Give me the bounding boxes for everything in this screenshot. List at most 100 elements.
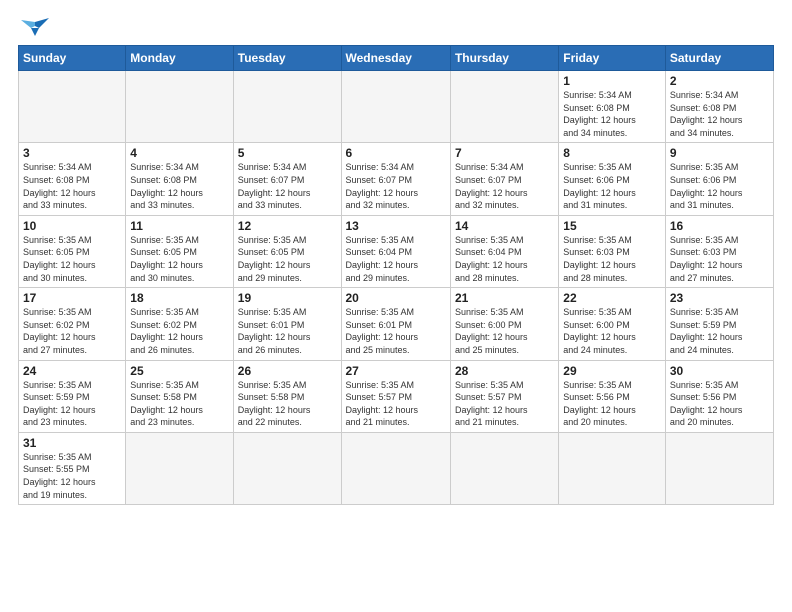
calendar-cell: 18Sunrise: 5:35 AM Sunset: 6:02 PM Dayli… xyxy=(126,288,233,360)
calendar-cell: 22Sunrise: 5:35 AM Sunset: 6:00 PM Dayli… xyxy=(559,288,666,360)
day-of-week-tuesday: Tuesday xyxy=(233,46,341,71)
calendar-cell xyxy=(341,71,450,143)
calendar-cell xyxy=(665,432,773,504)
day-of-week-sunday: Sunday xyxy=(19,46,126,71)
logo-bird-icon xyxy=(21,18,49,38)
header xyxy=(18,18,774,39)
day-number: 19 xyxy=(238,291,337,305)
day-info: Sunrise: 5:35 AM Sunset: 5:59 PM Dayligh… xyxy=(670,306,769,356)
calendar-cell xyxy=(233,71,341,143)
calendar-cell: 13Sunrise: 5:35 AM Sunset: 6:04 PM Dayli… xyxy=(341,215,450,287)
day-number: 20 xyxy=(346,291,446,305)
day-info: Sunrise: 5:35 AM Sunset: 5:57 PM Dayligh… xyxy=(346,379,446,429)
calendar-cell xyxy=(19,71,126,143)
day-number: 18 xyxy=(130,291,228,305)
day-number: 13 xyxy=(346,219,446,233)
calendar-cell: 20Sunrise: 5:35 AM Sunset: 6:01 PM Dayli… xyxy=(341,288,450,360)
day-number: 11 xyxy=(130,219,228,233)
day-info: Sunrise: 5:34 AM Sunset: 6:08 PM Dayligh… xyxy=(670,89,769,139)
calendar-table: SundayMondayTuesdayWednesdayThursdayFrid… xyxy=(18,45,774,505)
day-number: 3 xyxy=(23,146,121,160)
day-info: Sunrise: 5:35 AM Sunset: 6:00 PM Dayligh… xyxy=(563,306,661,356)
day-info: Sunrise: 5:34 AM Sunset: 6:08 PM Dayligh… xyxy=(130,161,228,211)
day-of-week-saturday: Saturday xyxy=(665,46,773,71)
day-of-week-thursday: Thursday xyxy=(450,46,558,71)
day-info: Sunrise: 5:35 AM Sunset: 6:04 PM Dayligh… xyxy=(455,234,554,284)
day-number: 30 xyxy=(670,364,769,378)
calendar-cell: 10Sunrise: 5:35 AM Sunset: 6:05 PM Dayli… xyxy=(19,215,126,287)
day-number: 31 xyxy=(23,436,121,450)
day-info: Sunrise: 5:35 AM Sunset: 6:05 PM Dayligh… xyxy=(238,234,337,284)
calendar-cell: 8Sunrise: 5:35 AM Sunset: 6:06 PM Daylig… xyxy=(559,143,666,215)
calendar-cell: 31Sunrise: 5:35 AM Sunset: 5:55 PM Dayli… xyxy=(19,432,126,504)
day-number: 2 xyxy=(670,74,769,88)
day-info: Sunrise: 5:34 AM Sunset: 6:07 PM Dayligh… xyxy=(346,161,446,211)
calendar-week-row: 31Sunrise: 5:35 AM Sunset: 5:55 PM Dayli… xyxy=(19,432,774,504)
day-info: Sunrise: 5:35 AM Sunset: 6:05 PM Dayligh… xyxy=(130,234,228,284)
day-number: 1 xyxy=(563,74,661,88)
day-info: Sunrise: 5:35 AM Sunset: 6:00 PM Dayligh… xyxy=(455,306,554,356)
day-number: 21 xyxy=(455,291,554,305)
day-info: Sunrise: 5:34 AM Sunset: 6:07 PM Dayligh… xyxy=(455,161,554,211)
calendar-cell: 11Sunrise: 5:35 AM Sunset: 6:05 PM Dayli… xyxy=(126,215,233,287)
day-of-week-friday: Friday xyxy=(559,46,666,71)
day-number: 9 xyxy=(670,146,769,160)
day-number: 16 xyxy=(670,219,769,233)
day-info: Sunrise: 5:35 AM Sunset: 6:02 PM Dayligh… xyxy=(130,306,228,356)
calendar-week-row: 24Sunrise: 5:35 AM Sunset: 5:59 PM Dayli… xyxy=(19,360,774,432)
calendar-cell xyxy=(126,71,233,143)
calendar-cell: 1Sunrise: 5:34 AM Sunset: 6:08 PM Daylig… xyxy=(559,71,666,143)
day-info: Sunrise: 5:34 AM Sunset: 6:08 PM Dayligh… xyxy=(23,161,121,211)
calendar-cell: 5Sunrise: 5:34 AM Sunset: 6:07 PM Daylig… xyxy=(233,143,341,215)
calendar-cell: 29Sunrise: 5:35 AM Sunset: 5:56 PM Dayli… xyxy=(559,360,666,432)
day-number: 14 xyxy=(455,219,554,233)
day-number: 25 xyxy=(130,364,228,378)
day-info: Sunrise: 5:35 AM Sunset: 5:55 PM Dayligh… xyxy=(23,451,121,501)
calendar-cell: 26Sunrise: 5:35 AM Sunset: 5:58 PM Dayli… xyxy=(233,360,341,432)
calendar-cell: 23Sunrise: 5:35 AM Sunset: 5:59 PM Dayli… xyxy=(665,288,773,360)
day-number: 10 xyxy=(23,219,121,233)
calendar-cell xyxy=(126,432,233,504)
day-number: 6 xyxy=(346,146,446,160)
calendar-week-row: 1Sunrise: 5:34 AM Sunset: 6:08 PM Daylig… xyxy=(19,71,774,143)
day-info: Sunrise: 5:35 AM Sunset: 6:02 PM Dayligh… xyxy=(23,306,121,356)
day-number: 24 xyxy=(23,364,121,378)
day-info: Sunrise: 5:35 AM Sunset: 5:57 PM Dayligh… xyxy=(455,379,554,429)
calendar-cell xyxy=(450,432,558,504)
calendar-cell: 17Sunrise: 5:35 AM Sunset: 6:02 PM Dayli… xyxy=(19,288,126,360)
calendar-week-row: 10 Sunrise: 5:35 AM Sunset: 6:05 PM Dayli… xyxy=(19,215,774,287)
calendar-header-row: SundayMondayTuesdayWednesdayThursdayFrid… xyxy=(19,46,774,71)
calendar-cell: 12Sunrise: 5:35 AM Sunset: 6:05 PM Dayli… xyxy=(233,215,341,287)
calendar-cell xyxy=(341,432,450,504)
day-number: 29 xyxy=(563,364,661,378)
calendar-cell: 28Sunrise: 5:35 AM Sunset: 5:57 PM Dayli… xyxy=(450,360,558,432)
day-info: Sunrise: 5:34 AM Sunset: 6:07 PM Dayligh… xyxy=(238,161,337,211)
calendar-cell: 21Sunrise: 5:35 AM Sunset: 6:00 PM Dayli… xyxy=(450,288,558,360)
calendar-cell xyxy=(559,432,666,504)
logo-text xyxy=(18,18,49,38)
day-info: Sunrise: 5:35 AM Sunset: 6:01 PM Dayligh… xyxy=(238,306,337,356)
day-info: Sunrise: 5:35 AM Sunset: 5:56 PM Dayligh… xyxy=(670,379,769,429)
day-info: Sunrise: 5:34 AM Sunset: 6:08 PM Dayligh… xyxy=(563,89,661,139)
day-number: 7 xyxy=(455,146,554,160)
day-number: 26 xyxy=(238,364,337,378)
calendar-cell xyxy=(233,432,341,504)
calendar-cell: 7Sunrise: 5:34 AM Sunset: 6:07 PM Daylig… xyxy=(450,143,558,215)
day-number: 28 xyxy=(455,364,554,378)
page: SundayMondayTuesdayWednesdayThursdayFrid… xyxy=(0,0,792,612)
day-number: 12 xyxy=(238,219,337,233)
calendar-cell: 3Sunrise: 5:34 AM Sunset: 6:08 PM Daylig… xyxy=(19,143,126,215)
calendar-cell: 27Sunrise: 5:35 AM Sunset: 5:57 PM Dayli… xyxy=(341,360,450,432)
calendar-cell: 16Sunrise: 5:35 AM Sunset: 6:03 PM Dayli… xyxy=(665,215,773,287)
calendar-cell: 2Sunrise: 5:34 AM Sunset: 6:08 PM Daylig… xyxy=(665,71,773,143)
calendar-cell: 15Sunrise: 5:35 AM Sunset: 6:03 PM Dayli… xyxy=(559,215,666,287)
calendar-cell: 24Sunrise: 5:35 AM Sunset: 5:59 PM Dayli… xyxy=(19,360,126,432)
day-info: Sunrise: 5:35 AM Sunset: 5:59 PM Dayligh… xyxy=(23,379,121,429)
day-info: Sunrise: 5:35 AM Sunset: 6:03 PM Dayligh… xyxy=(563,234,661,284)
day-number: 15 xyxy=(563,219,661,233)
calendar-cell: 25Sunrise: 5:35 AM Sunset: 5:58 PM Dayli… xyxy=(126,360,233,432)
calendar-cell xyxy=(450,71,558,143)
day-info: Sunrise: 5:35 AM Sunset: 5:58 PM Dayligh… xyxy=(130,379,228,429)
day-number: 5 xyxy=(238,146,337,160)
calendar-cell: 6Sunrise: 5:34 AM Sunset: 6:07 PM Daylig… xyxy=(341,143,450,215)
